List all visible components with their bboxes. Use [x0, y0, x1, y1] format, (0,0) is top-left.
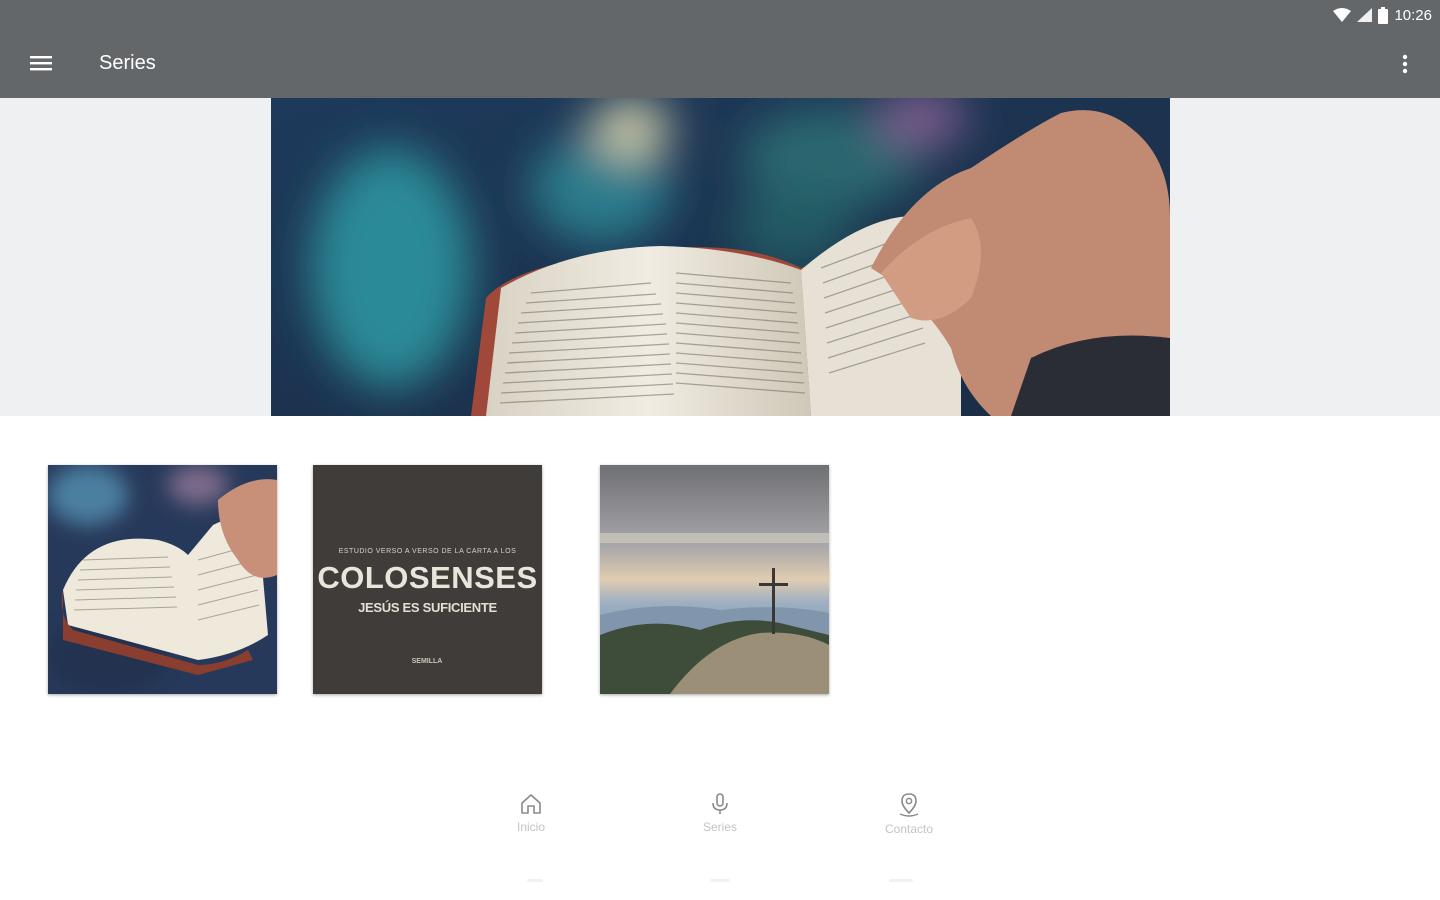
nav-item-series[interactable]: Series: [665, 792, 775, 844]
nav-indicator: [710, 879, 730, 882]
cover-small-text: ESTUDIO VERSO A VERSO DE LA CARTA A LOS: [338, 548, 517, 555]
nav-label: Contacto: [884, 822, 934, 836]
more-vert-icon: [1402, 54, 1408, 74]
cover-subtitle: JESÚS ES SUFICIENTE: [358, 600, 497, 615]
logo-text: SEMILLA: [411, 657, 443, 665]
nav-indicator: [527, 879, 543, 882]
bottom-navigation: Inicio Series Contacto: [0, 778, 1440, 900]
microphone-icon: [712, 793, 728, 814]
page-title: Series: [99, 52, 156, 74]
nav-label: Series: [702, 820, 737, 834]
location-pin-icon: [899, 793, 919, 817]
overflow-menu-button[interactable]: [1390, 46, 1420, 82]
home-icon: [521, 794, 541, 814]
battery-icon: [1378, 6, 1389, 24]
hamburger-menu-icon: [30, 56, 52, 71]
status-time: 10:26: [1394, 6, 1432, 24]
status-bar: 10:26: [1333, 5, 1432, 25]
wifi-icon: [1333, 8, 1352, 22]
series-card-1[interactable]: [48, 465, 277, 694]
cellular-signal-icon: [1357, 8, 1373, 22]
open-bible-photo: [271, 98, 1170, 416]
series-card-3[interactable]: [600, 465, 829, 694]
semilla-logo: SEMILLA: [409, 652, 445, 670]
series-card-colosenses[interactable]: ESTUDIO VERSO A VERSO DE LA CARTA A LOS …: [313, 465, 542, 694]
nav-item-inicio[interactable]: Inicio: [476, 792, 586, 844]
nav-indicator: [889, 879, 913, 882]
nav-label: Inicio: [516, 820, 545, 834]
bible-in-hand-photo: [48, 465, 277, 694]
hero-image: [271, 98, 1170, 416]
cross-on-mountain-photo: [600, 465, 829, 694]
nav-item-contacto[interactable]: Contacto: [854, 792, 964, 844]
app-bar: 10:26 Series: [0, 0, 1440, 98]
cover-title: COLOSENSES: [317, 560, 538, 595]
navigation-menu-button[interactable]: [22, 44, 60, 82]
